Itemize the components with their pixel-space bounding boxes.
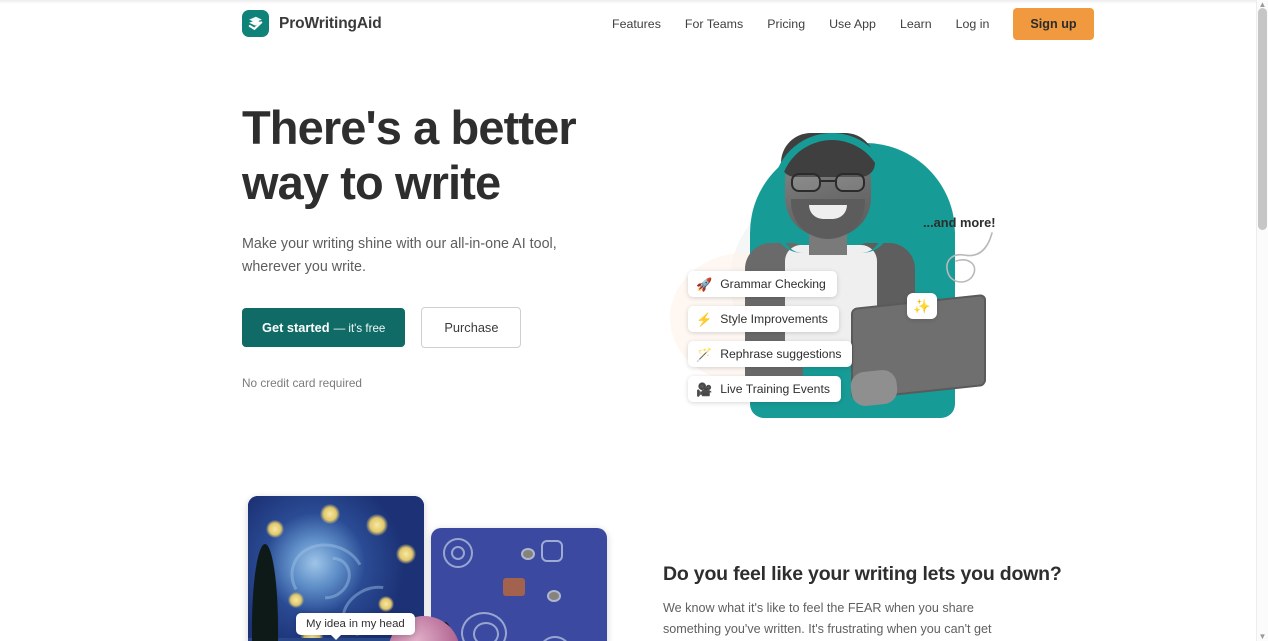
- simplified-painting: [431, 528, 607, 641]
- browser-viewport: ProWritingAid Features For Teams Pricing…: [0, 0, 1256, 641]
- feature-chip-label: Rephrase suggestions: [720, 347, 842, 361]
- nav-link-pricing[interactable]: Pricing: [755, 11, 817, 37]
- artwork-comparison: My idea in my head: [248, 496, 608, 641]
- scrollbar-thumb[interactable]: [1258, 8, 1267, 230]
- purchase-button[interactable]: Purchase: [421, 307, 522, 349]
- feature-chip-rephrase-suggestions[interactable]: 🪄 Rephrase suggestions: [688, 341, 853, 367]
- hero-title-line-1: There's a better: [242, 101, 577, 154]
- hero-copy: There's a better way to write Make your …: [242, 100, 632, 390]
- moon-shape: [541, 540, 563, 562]
- writing-lets-you-down-section: My idea in my head Do you feel like your…: [0, 468, 1256, 641]
- hero-title-line-2: way to write: [242, 156, 501, 210]
- feature-chip-list: 🚀 Grammar Checking ⚡ Style Improvements …: [688, 271, 888, 402]
- hero-illustration: ✨ ...and more! 🚀 Grammar Checking ⚡ Styl…: [655, 103, 1030, 443]
- window-top-edge: [0, 0, 1268, 4]
- nav-link-features[interactable]: Features: [600, 11, 673, 37]
- vertical-scrollbar[interactable]: ▲ ▼: [1256, 0, 1268, 641]
- get-started-label: Get started: [262, 320, 330, 336]
- feature-chip-label: Grammar Checking: [720, 277, 826, 291]
- squiggle-arrow-icon: [946, 232, 993, 283]
- feature-chip-grammar-checking[interactable]: 🚀 Grammar Checking: [688, 271, 837, 297]
- prowritingaid-logo-icon: [242, 10, 269, 37]
- section-title: Do you feel like your writing lets you d…: [663, 563, 1062, 585]
- nav-link-learn[interactable]: Learn: [888, 11, 944, 37]
- my-idea-tooltip: My idea in my head: [296, 613, 415, 640]
- nav-link-log-in[interactable]: Log in: [944, 11, 1002, 37]
- sun-shape: [503, 578, 525, 596]
- hero-section: There's a better way to write Make your …: [0, 48, 1256, 468]
- hero-cta-group: Get started — it's free Purchase: [242, 307, 632, 349]
- and-more-annotation: ...and more!: [923, 215, 996, 230]
- lightning-bolt-icon: ⚡: [696, 311, 713, 327]
- main-navigation: Features For Teams Pricing Use App Learn…: [600, 0, 1094, 48]
- teal-outline: [773, 133, 891, 253]
- get-started-sublabel: — it's free: [333, 322, 386, 336]
- feature-chip-label: Style Improvements: [720, 312, 828, 326]
- nav-link-for-teams[interactable]: For Teams: [673, 11, 755, 37]
- get-started-button[interactable]: Get started — it's free: [242, 308, 406, 348]
- feature-chip-style-improvements[interactable]: ⚡ Style Improvements: [688, 306, 839, 332]
- feature-chip-live-training-events[interactable]: 🎥 Live Training Events: [688, 376, 841, 402]
- no-credit-card-note: No credit card required: [242, 376, 362, 391]
- rocket-icon: 🚀: [696, 276, 713, 292]
- feature-chip-label: Live Training Events: [720, 382, 830, 396]
- section-text-column: Do you feel like your writing lets you d…: [663, 563, 1062, 641]
- brand-logo-link[interactable]: ProWritingAid: [242, 10, 382, 37]
- magic-wand-icon: 🪄: [696, 346, 713, 362]
- scroll-down-arrow-icon[interactable]: ▼: [1258, 632, 1267, 641]
- hero-subtitle: Make your writing shine with our all-in-…: [242, 235, 557, 276]
- brand-name: ProWritingAid: [279, 14, 382, 32]
- site-header: ProWritingAid Features For Teams Pricing…: [0, 0, 1256, 48]
- nav-link-use-app[interactable]: Use App: [817, 11, 888, 37]
- page-title: There's a better way to write: [242, 100, 632, 211]
- sign-up-button[interactable]: Sign up: [1013, 8, 1094, 40]
- section-body: We know what it's like to feel the FEAR …: [663, 601, 992, 637]
- movie-camera-icon: 🎥: [696, 381, 713, 397]
